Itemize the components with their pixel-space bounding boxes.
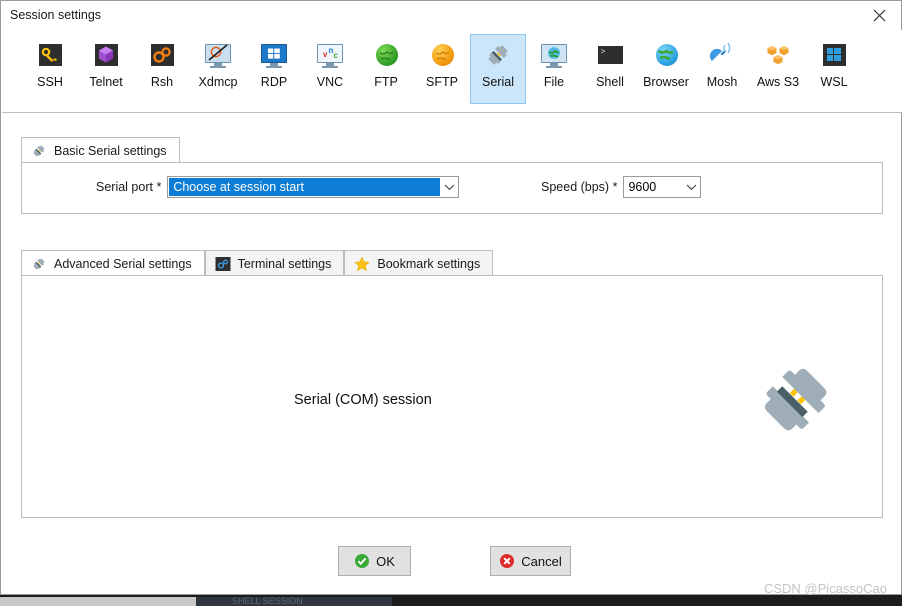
protocol-label: Rsh <box>150 75 174 89</box>
protocol-label: SFTP <box>426 75 458 89</box>
orange-globe-icon <box>428 41 456 69</box>
tab-label: Terminal settings <box>237 256 332 271</box>
background-window-tab-label: SHELL SESSION <box>232 596 303 605</box>
tab-terminal-settings[interactable]: Terminal settings <box>204 250 345 276</box>
protocol-file[interactable]: File <box>526 34 582 104</box>
protocol-browser[interactable]: Browser <box>638 34 694 104</box>
protocol-label: Serial <box>482 75 514 89</box>
protocol-ftp[interactable]: FTP <box>358 34 414 104</box>
protocol-label: RDP <box>260 75 288 89</box>
protocol-toolbar: SSH Telnet Rsh Xdmcp RDP v n c VNC FTP S… <box>2 30 902 113</box>
protocol-label: Browser <box>643 75 689 89</box>
speed-label: Speed (bps) * <box>541 180 618 194</box>
protocol-label: SSH <box>37 75 63 89</box>
background-window-tile <box>0 597 196 606</box>
protocol-label: WSL <box>820 75 848 89</box>
file-monitor-icon <box>540 41 568 69</box>
watermark: CSDN @PicassoCao <box>763 581 887 596</box>
star-icon <box>354 255 371 272</box>
svg-text:c: c <box>334 51 339 60</box>
tab-label: Bookmark settings <box>377 256 481 271</box>
close-icon <box>873 9 885 21</box>
background-window-strip: SHELL SESSION <box>0 595 902 606</box>
cancel-label: Cancel <box>521 553 562 569</box>
protocol-label: Aws S3 <box>756 75 800 89</box>
aws-cubes-icon <box>764 41 792 69</box>
chevron-down-icon <box>683 183 700 191</box>
key-icon <box>36 41 64 69</box>
satellite-icon <box>708 41 736 69</box>
title-bar: Session settings <box>1 1 901 29</box>
protocol-vnc[interactable]: v n c VNC <box>302 34 358 104</box>
cube-icon <box>92 41 120 69</box>
tab-basic-serial-settings[interactable]: Basic Serial settings <box>21 137 180 163</box>
protocol-label: Mosh <box>706 75 738 89</box>
protocol-label: File <box>543 75 565 89</box>
ok-button[interactable]: OK <box>338 546 411 576</box>
cancel-button[interactable]: Cancel <box>490 546 571 576</box>
basic-settings-tabstrip: Basic Serial settings <box>21 136 180 163</box>
protocol-label: Telnet <box>89 75 123 89</box>
serial-port-label: Serial port * <box>96 180 162 194</box>
green-globe-icon <box>372 41 400 69</box>
session-type-caption: Serial (COM) session <box>294 392 432 408</box>
protocol-sftp[interactable]: SFTP <box>414 34 470 104</box>
protocol-label: VNC <box>316 75 344 89</box>
red-x-icon <box>499 553 515 569</box>
serial-port-select[interactable]: Choose at session start <box>167 176 460 198</box>
protocol-label: Xdmcp <box>198 75 238 89</box>
protocol-mosh[interactable]: Mosh <box>694 34 750 104</box>
window-title: Session settings <box>10 8 102 22</box>
protocol-telnet[interactable]: Telnet <box>78 34 134 104</box>
protocol-xdmcp[interactable]: Xdmcp <box>190 34 246 104</box>
windows-icon <box>820 41 848 69</box>
protocol-ssh[interactable]: SSH <box>22 34 78 104</box>
plug-icon <box>31 256 47 272</box>
terminal-icon: > <box>596 41 624 69</box>
tab-bookmark-settings[interactable]: Bookmark settings <box>344 250 494 276</box>
gears-icon <box>148 41 176 69</box>
tab-label: Advanced Serial settings <box>54 256 192 271</box>
advanced-tabstrip: Advanced Serial settings Terminal settin… <box>21 249 494 276</box>
svg-text:v: v <box>323 50 328 59</box>
protocol-serial[interactable]: Serial <box>470 34 526 104</box>
vnc-monitor-icon: v n c <box>316 41 344 69</box>
protocol-list: SSH Telnet Rsh Xdmcp RDP v n c VNC FTP S… <box>2 30 902 112</box>
session-settings-dialog: Session settings SSH Telnet Rsh Xdmcp RD… <box>0 0 902 596</box>
ok-label: OK <box>376 553 395 569</box>
svg-text:>: > <box>601 48 606 57</box>
green-check-icon <box>354 553 370 569</box>
tab-label: Basic Serial settings <box>54 143 167 158</box>
protocol-rdp[interactable]: RDP <box>246 34 302 104</box>
plug-icon <box>484 41 512 69</box>
protocol-wsl[interactable]: WSL <box>806 34 862 104</box>
chevron-down-icon <box>441 183 458 191</box>
blue-globe-icon <box>652 41 680 69</box>
basic-settings-panel: Serial port * Choose at session start Sp… <box>21 162 883 214</box>
speed-field: Speed (bps) * 9600 <box>541 176 702 198</box>
serial-port-value: Choose at session start <box>169 178 441 196</box>
plug-icon <box>757 361 833 437</box>
protocol-aws-s3[interactable]: Aws S3 <box>750 34 806 104</box>
tab-advanced-serial-settings[interactable]: Advanced Serial settings <box>21 250 205 276</box>
protocol-shell[interactable]: > Shell <box>582 34 638 104</box>
protocol-label: FTP <box>374 75 398 89</box>
terminal-settings-icon <box>215 256 231 272</box>
windows-monitor-icon <box>260 41 288 69</box>
speed-select[interactable]: 9600 <box>623 176 702 198</box>
advanced-settings-panel: Serial (COM) session <box>21 275 883 518</box>
protocol-label: Shell <box>596 75 624 89</box>
serial-port-field: Serial port * Choose at session start <box>96 176 460 198</box>
x-monitor-icon <box>204 41 232 69</box>
protocol-rsh[interactable]: Rsh <box>134 34 190 104</box>
speed-value: 9600 <box>628 180 657 194</box>
plug-icon <box>31 143 47 159</box>
close-button[interactable] <box>857 1 901 29</box>
